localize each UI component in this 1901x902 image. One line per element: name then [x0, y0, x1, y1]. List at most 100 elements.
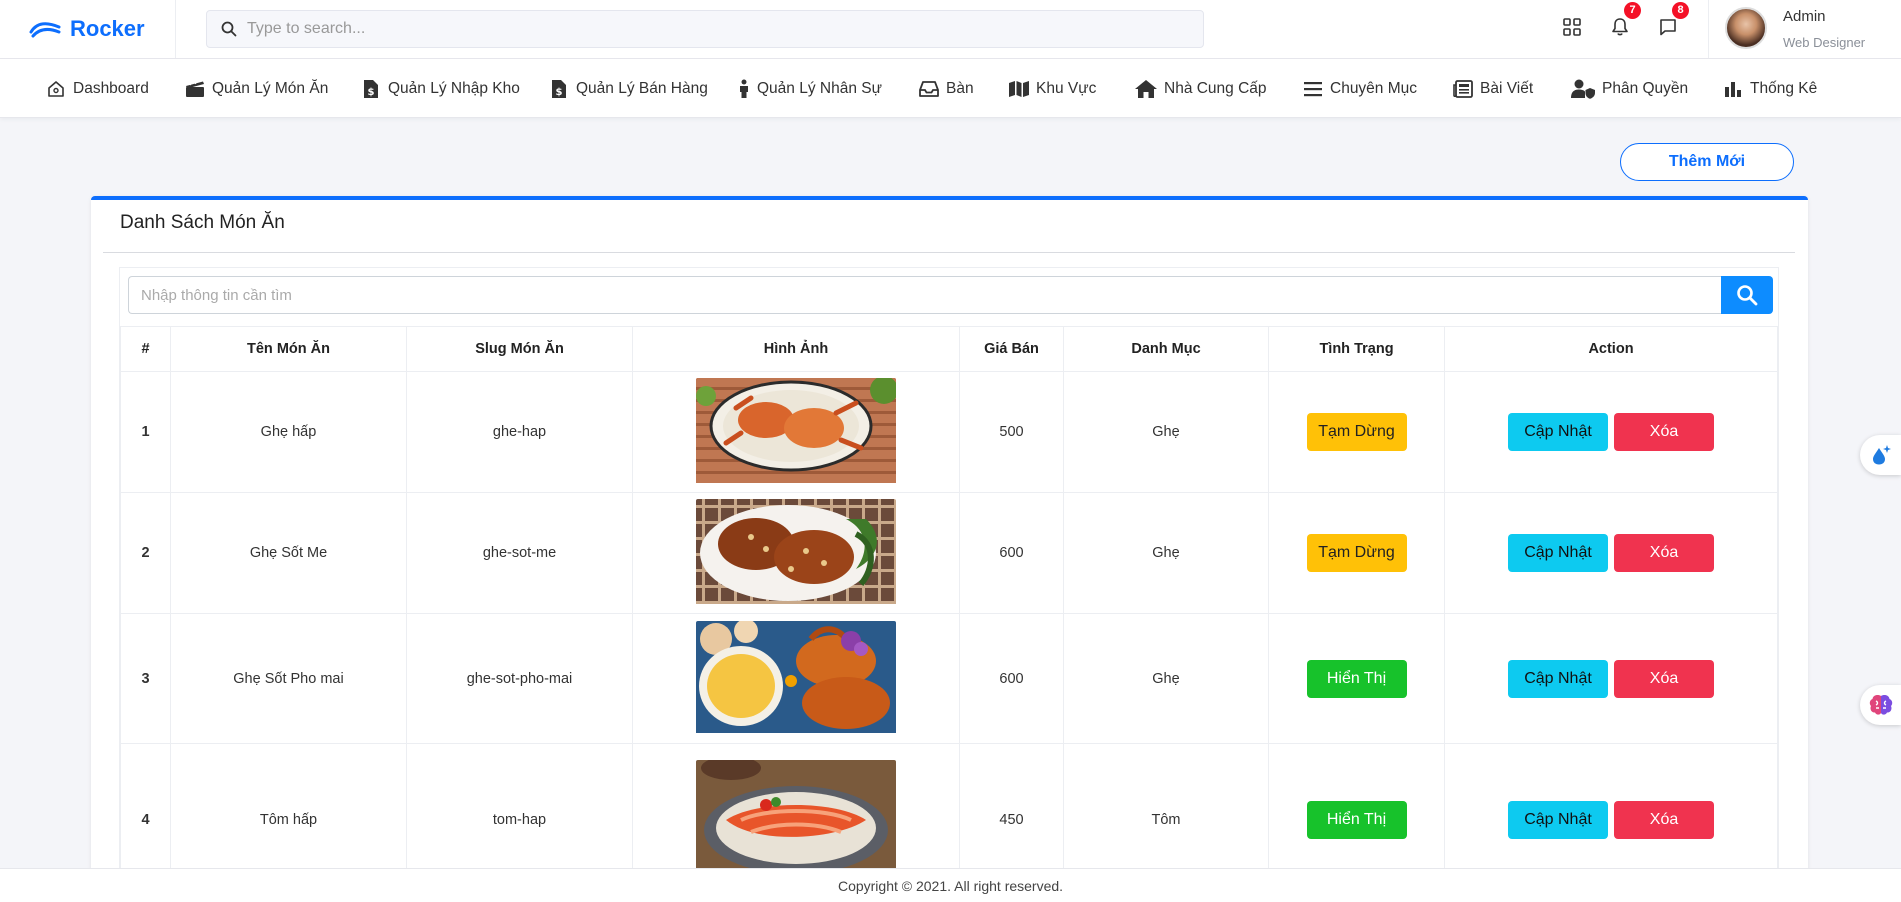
user-menu[interactable]: Admin Web Designer [1708, 0, 1901, 58]
nav-item-categories[interactable]: Chuyên Mục [1302, 77, 1417, 101]
food-image [696, 760, 896, 879]
notifications-button[interactable]: 7 [1607, 2, 1641, 40]
nav-item-staff[interactable]: Quản Lý Nhân Sự [737, 77, 882, 101]
food-price: 500 [959, 371, 1064, 493]
status-badge[interactable]: Hiển Thị [1306, 659, 1407, 698]
inbox-icon [918, 78, 940, 100]
list-icon [1302, 78, 1324, 100]
nav-label: Phân Quyền [1602, 80, 1689, 97]
nav-item-food[interactable]: Quản Lý Món Ăn [184, 77, 328, 101]
status-badge[interactable]: Tạm Dừng [1306, 534, 1407, 572]
table-search-input[interactable] [128, 276, 1721, 314]
food-list-card: Danh Sách Món Ăn # Tên Món Ăn Slug Món Ă… [91, 196, 1808, 902]
nav-item-dashboard[interactable]: Dashboard [45, 77, 149, 101]
status-cell: Tạm Dừng [1268, 371, 1445, 493]
nav-label: Quản Lý Nhân Sự [757, 80, 882, 97]
status-badge[interactable]: Tạm Dừng [1306, 413, 1407, 451]
food-table: # Tên Món Ăn Slug Món Ăn Hình Ảnh Giá Bá… [120, 326, 1778, 896]
brand[interactable]: Rocker [0, 0, 176, 58]
food-slug: ghe-hap [406, 371, 633, 493]
food-image [696, 620, 896, 737]
nav-label: Quản Lý Món Ăn [212, 80, 329, 97]
food-slug: ghe-sot-pho-mai [406, 613, 633, 744]
row-index: 1 [120, 371, 171, 493]
invoice-dollar-icon: $ [360, 78, 382, 100]
row-index: 3 [120, 613, 171, 744]
notification-count-badge: 7 [1624, 2, 1641, 19]
home-icon [45, 78, 67, 100]
action-cell: Cập Nhật Xóa [1444, 613, 1778, 744]
col-header-action: Action [1444, 326, 1778, 372]
col-header-slug: Slug Món Ăn [406, 326, 633, 372]
nav-item-suppliers[interactable]: Nhà Cung Cấp [1134, 77, 1267, 101]
food-name: Ghẹ Sốt Pho mai [170, 613, 407, 744]
divider [103, 252, 1795, 253]
svg-text:$: $ [556, 87, 563, 98]
map-icon [1008, 78, 1030, 100]
col-header-category: Danh Mục [1063, 326, 1269, 372]
table-header-row: # Tên Món Ăn Slug Món Ăn Hình Ảnh Giá Bá… [120, 326, 1778, 372]
clapper-icon [184, 78, 206, 100]
global-search-input[interactable] [247, 20, 1147, 38]
update-button[interactable]: Cập Nhật [1507, 659, 1608, 698]
message-count-badge: 8 [1672, 2, 1689, 19]
status-cell: Tạm Dừng [1268, 492, 1445, 614]
nav-item-areas[interactable]: Khu Vực [1008, 77, 1096, 101]
ai-assistant-button[interactable] [1860, 685, 1901, 725]
col-header-price: Giá Bán [959, 326, 1064, 372]
update-button[interactable]: Cập Nhật [1507, 800, 1608, 839]
bell-icon [1612, 18, 1628, 36]
nav-item-posts[interactable]: Bài Viết [1452, 77, 1533, 101]
col-header-index: # [120, 326, 171, 372]
nav-item-tables[interactable]: Bàn [918, 77, 974, 101]
top-header: Rocker 7 8 Admin Web Designer [0, 0, 1901, 59]
messages-button[interactable]: 8 [1655, 2, 1689, 40]
food-image-cell [632, 371, 960, 493]
col-header-status: Tình Trạng [1268, 326, 1445, 372]
table-search [128, 276, 1773, 314]
status-badge[interactable]: Hiển Thị [1306, 800, 1407, 839]
food-name: Ghẹ hấp [170, 371, 407, 493]
food-image [696, 498, 896, 608]
brain-icon [1869, 695, 1892, 715]
copyright-text: Copyright © 2021. All right reserved. [837, 878, 1064, 894]
nav-label: Bài Viết [1480, 80, 1534, 97]
main-nav: Dashboard Quản Lý Món Ăn $ Quản Lý Nhập … [0, 59, 1901, 118]
delete-button[interactable]: Xóa [1614, 659, 1715, 698]
delete-button[interactable]: Xóa [1614, 800, 1715, 839]
grid-icon [1563, 18, 1581, 36]
nav-label: Dashboard [73, 80, 149, 97]
nav-label: Khu Vực [1036, 80, 1097, 97]
nav-item-sales[interactable]: $ Quản Lý Bán Hàng [548, 77, 708, 101]
apps-button[interactable] [1559, 14, 1585, 40]
table-container: # Tên Món Ăn Slug Món Ăn Hình Ảnh Giá Bá… [119, 267, 1779, 902]
nav-item-permissions[interactable]: Phân Quyền [1570, 77, 1688, 101]
nav-label: Quản Lý Nhập Kho [388, 80, 520, 97]
action-cell: Cập Nhật Xóa [1444, 492, 1778, 614]
nav-label: Chuyên Mục [1330, 80, 1418, 97]
theme-switcher-button[interactable] [1860, 435, 1901, 475]
droplet-sparkle-icon [1872, 445, 1891, 465]
chat-icon [1660, 19, 1676, 36]
delete-button[interactable]: Xóa [1614, 534, 1715, 572]
person-icon [737, 78, 751, 100]
add-new-button[interactable]: Thêm Mới [1620, 143, 1794, 181]
food-image-cell [632, 613, 960, 744]
user-shield-icon [1570, 78, 1596, 100]
card-title: Danh Sách Món Ăn [120, 212, 285, 233]
table-row: 2 Ghẹ Sốt Me ghe-sot-me 600 Ghẹ Tạm Dừng… [120, 492, 1778, 614]
status-cell: Hiển Thị [1268, 613, 1445, 744]
col-header-image: Hình Ảnh [632, 326, 960, 372]
nav-item-statistics[interactable]: Thống Kê [1722, 77, 1817, 101]
search-icon [221, 21, 237, 37]
update-button[interactable]: Cập Nhật [1507, 534, 1608, 572]
delete-button[interactable]: Xóa [1614, 413, 1715, 451]
food-image [696, 377, 896, 487]
table-search-button[interactable] [1721, 276, 1773, 314]
global-search [206, 10, 1204, 48]
nav-item-stock[interactable]: $ Quản Lý Nhập Kho [360, 77, 520, 101]
avatar [1725, 7, 1767, 49]
nav-label: Quản Lý Bán Hàng [576, 80, 708, 97]
table-row: 3 Ghẹ Sốt Pho mai ghe-sot-pho-mai 600 Gh… [120, 613, 1778, 744]
update-button[interactable]: Cập Nhật [1507, 413, 1608, 451]
